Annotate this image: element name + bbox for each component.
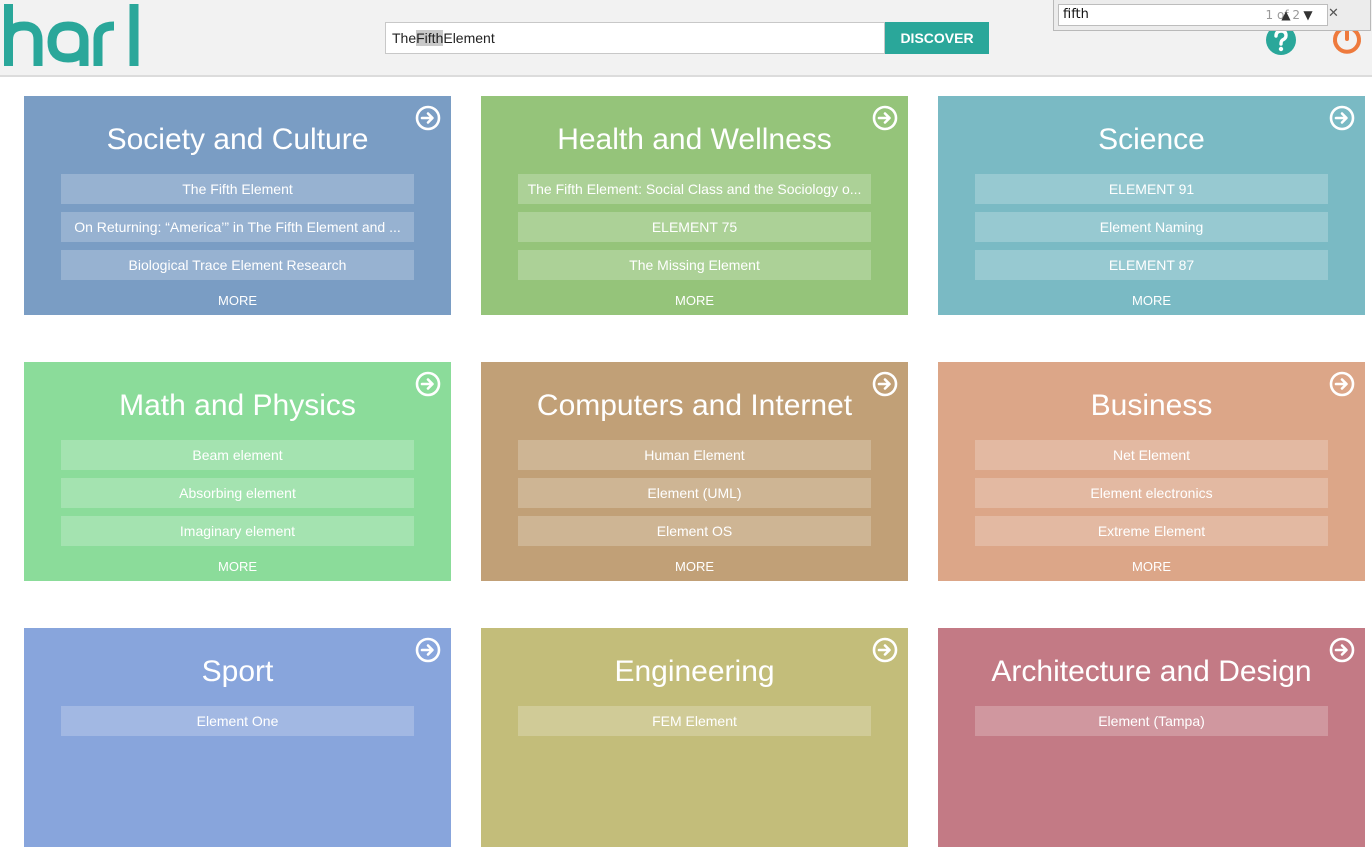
arrow-right-circle-icon[interactable] xyxy=(872,105,898,131)
more-link[interactable]: MORE xyxy=(24,293,451,308)
category-item[interactable]: Element OS xyxy=(518,516,871,546)
category-item[interactable]: Extreme Element xyxy=(975,516,1328,546)
category-item[interactable]: Element Naming xyxy=(975,212,1328,242)
more-link[interactable]: MORE xyxy=(481,293,908,308)
close-icon[interactable]: ✕ xyxy=(1328,6,1339,21)
arrow-right-circle-icon[interactable] xyxy=(1329,371,1355,397)
category-card: Math and Physics Beam element Absorbing el… xyxy=(24,362,451,581)
more-link[interactable]: MORE xyxy=(938,293,1365,308)
category-item[interactable]: On Returning: “America’” in The Fifth El… xyxy=(61,212,414,242)
category-card: Sport Element One xyxy=(24,628,451,847)
category-item[interactable]: Element electronics xyxy=(975,478,1328,508)
category-item[interactable]: FEM Element xyxy=(518,706,871,736)
category-item[interactable]: Human Element xyxy=(518,440,871,470)
arrow-right-circle-icon[interactable] xyxy=(1329,637,1355,663)
arrow-right-circle-icon[interactable] xyxy=(415,637,441,663)
find-next-button[interactable]: ▼ xyxy=(1298,5,1318,25)
category-item[interactable]: Element (Tampa) xyxy=(975,706,1328,736)
category-title[interactable]: Computers and Internet xyxy=(481,388,908,424)
category-title[interactable]: Business xyxy=(938,388,1365,424)
discover-button[interactable]: DISCOVER xyxy=(885,22,989,54)
category-card: Science ELEMENT 91 Element Naming ELEMENT 8… xyxy=(938,96,1365,315)
category-item[interactable]: Beam element xyxy=(61,440,414,470)
more-link[interactable]: MORE xyxy=(938,559,1365,574)
search-bar: The Fifth Element DISCOVER xyxy=(385,22,989,54)
category-title[interactable]: Sport xyxy=(24,654,451,690)
find-bar: fifth 1 of 2 ▲ ▼ ✕ xyxy=(1053,0,1371,31)
more-link[interactable]: MORE xyxy=(481,559,908,574)
arrow-right-circle-icon[interactable] xyxy=(872,637,898,663)
category-card: Computers and Internet Human Element Eleme… xyxy=(481,362,908,581)
search-text-after: Element xyxy=(443,30,495,46)
category-item[interactable]: Net Element xyxy=(975,440,1328,470)
category-title[interactable]: Society and Culture xyxy=(24,122,451,158)
category-title[interactable]: Architecture and Design xyxy=(938,654,1365,690)
category-item[interactable]: The Missing Element xyxy=(518,250,871,280)
category-item[interactable]: Imaginary element xyxy=(61,516,414,546)
category-title[interactable]: Health and Wellness xyxy=(481,122,908,158)
category-item[interactable]: ELEMENT 91 xyxy=(975,174,1328,204)
category-card: Society and Culture The Fifth Element On R… xyxy=(24,96,451,315)
hari-logo[interactable] xyxy=(4,4,140,68)
category-item[interactable]: Biological Trace Element Research xyxy=(61,250,414,280)
category-item[interactable]: ELEMENT 87 xyxy=(975,250,1328,280)
chevron-down-icon: ▼ xyxy=(1303,8,1313,22)
search-text-before: The xyxy=(392,30,417,46)
category-card: Business Net Element Element electronics Ex… xyxy=(938,362,1365,581)
arrow-right-circle-icon[interactable] xyxy=(872,371,898,397)
category-item[interactable]: The Fifth Element: Social Class and the … xyxy=(518,174,871,204)
arrow-right-circle-icon[interactable] xyxy=(415,371,441,397)
category-card: Engineering FEM Element xyxy=(481,628,908,847)
category-card: Architecture and Design Element (Tampa) xyxy=(938,628,1365,847)
category-card: Health and Wellness The Fifth Element: So… xyxy=(481,96,908,315)
category-item[interactable]: Element (UML) xyxy=(518,478,871,508)
category-title[interactable]: Math and Physics xyxy=(24,388,451,424)
category-item[interactable]: The Fifth Element xyxy=(61,174,414,204)
arrow-right-circle-icon[interactable] xyxy=(415,105,441,131)
search-text-highlight: Fifth xyxy=(416,30,444,46)
search-input[interactable]: The Fifth Element xyxy=(385,22,885,54)
category-title[interactable]: Engineering xyxy=(481,654,908,690)
chevron-up-icon: ▲ xyxy=(1281,8,1291,22)
category-item[interactable]: ELEMENT 75 xyxy=(518,212,871,242)
find-previous-button[interactable]: ▲ xyxy=(1276,5,1296,25)
category-title[interactable]: Science xyxy=(938,122,1365,158)
category-item[interactable]: Element One xyxy=(61,706,414,736)
arrow-right-circle-icon[interactable] xyxy=(1329,105,1355,131)
more-link[interactable]: MORE xyxy=(24,559,451,574)
category-item[interactable]: Absorbing element xyxy=(61,478,414,508)
